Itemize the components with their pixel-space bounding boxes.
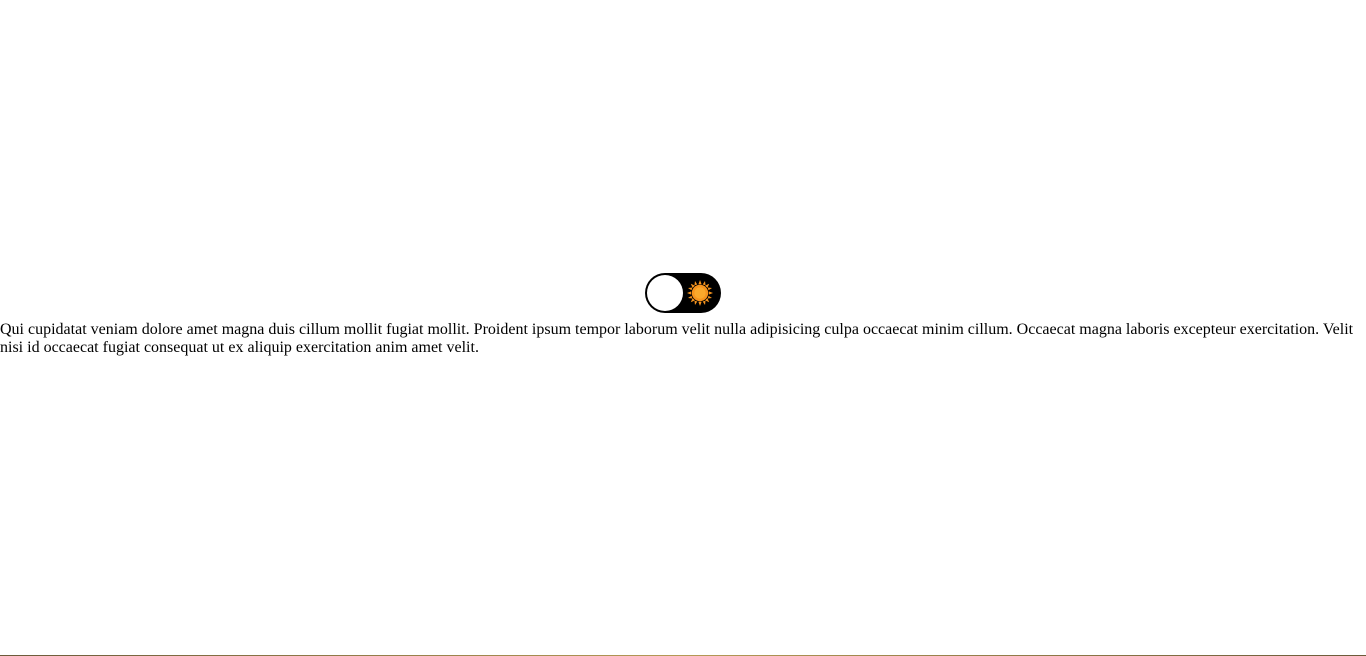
toggle-knob[interactable]	[647, 275, 683, 311]
body-paragraph: Qui cupidatat veniam dolore amet magna d…	[0, 321, 1354, 356]
theme-toggle[interactable]	[645, 273, 721, 313]
sun-icon	[687, 280, 713, 306]
page: Qui cupidatat veniam dolore amet magna d…	[0, 0, 1366, 656]
